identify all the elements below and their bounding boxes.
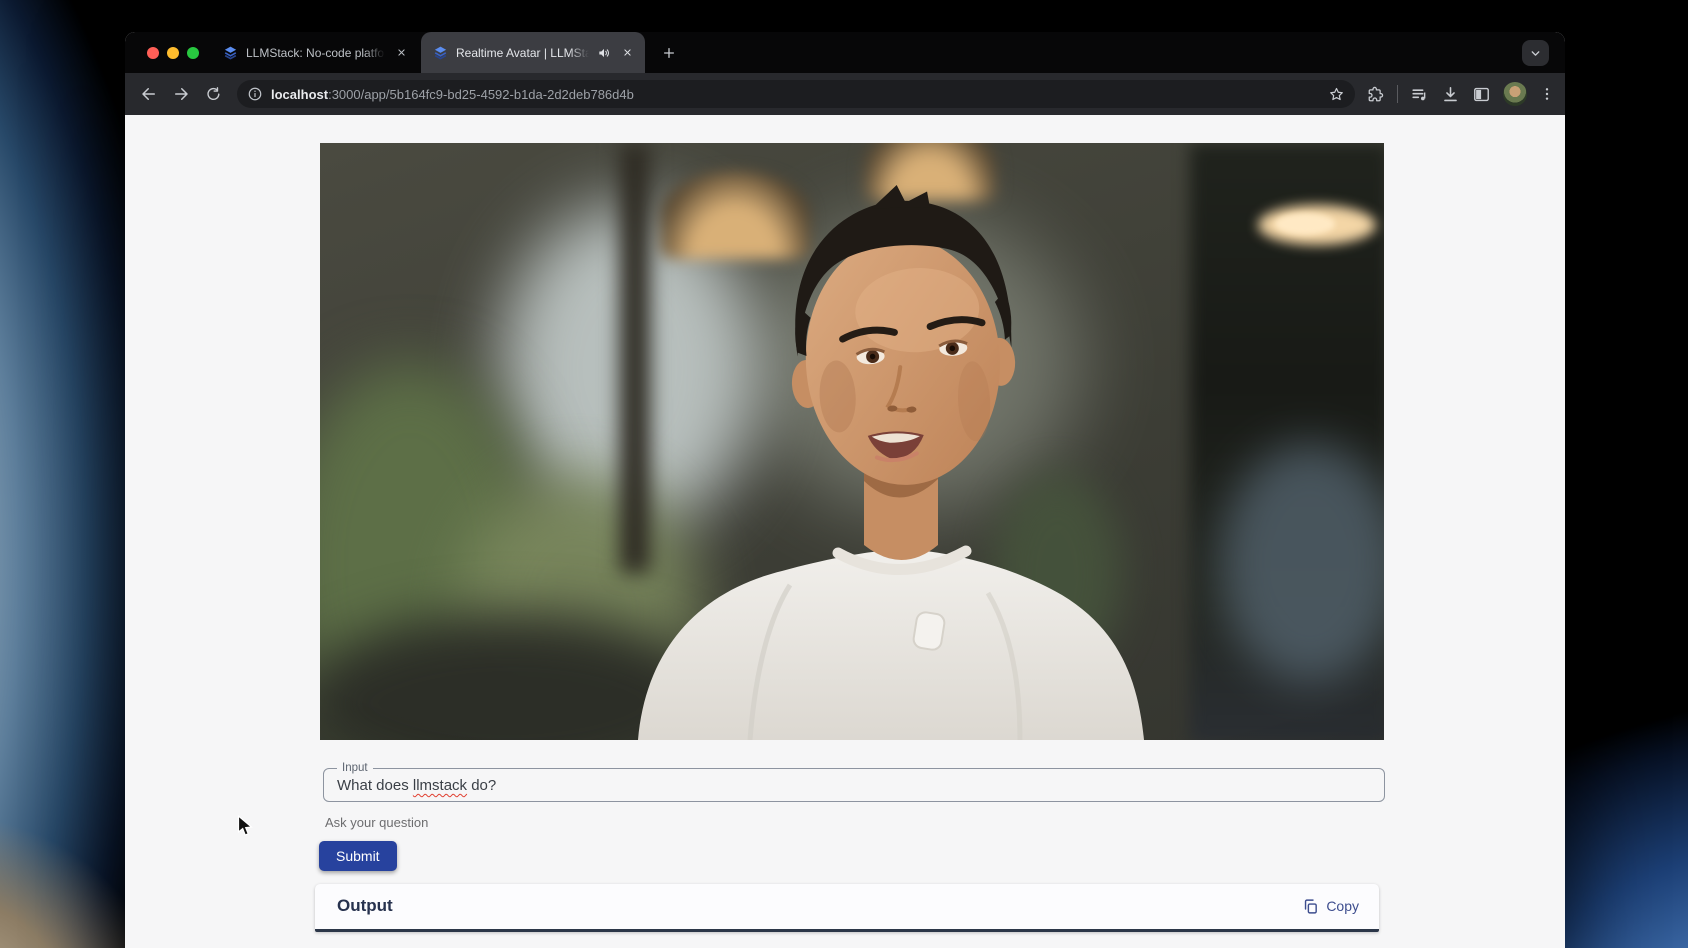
copy-icon <box>1302 898 1319 915</box>
tab-audio-icon[interactable] <box>597 46 611 60</box>
chevron-down-icon <box>1529 47 1542 60</box>
tab-strip: LLMStack: No-code platform Realtime Avat… <box>125 32 1565 73</box>
site-info-icon[interactable] <box>247 86 263 102</box>
profile-avatar[interactable] <box>1503 82 1527 106</box>
download-icon[interactable] <box>1441 85 1460 104</box>
app-page: Input What does llmstack do? Ask your qu… <box>125 115 1565 948</box>
browser-toolbar: localhost:3000/app/5b164fc9-bd25-4592-b1… <box>125 73 1565 115</box>
forward-button[interactable] <box>167 80 195 108</box>
tab-realtime-avatar[interactable]: Realtime Avatar | LLMStac <box>421 32 645 73</box>
realtime-avatar-video[interactable] <box>320 143 1384 740</box>
tab-title: Realtime Avatar | LLMStac <box>456 46 589 60</box>
forward-icon <box>172 85 190 103</box>
bookmark-star-icon[interactable] <box>1328 86 1345 103</box>
zoom-window-button[interactable] <box>187 47 199 59</box>
input-value: What does llmstack do? <box>337 777 496 794</box>
side-panel-icon[interactable] <box>1472 85 1491 104</box>
input-label: Input <box>337 762 373 774</box>
extensions-icon[interactable] <box>1367 85 1385 103</box>
url-text[interactable]: localhost:3000/app/5b164fc9-bd25-4592-b1… <box>271 87 1328 102</box>
mouse-cursor <box>237 815 254 837</box>
submit-button[interactable]: Submit <box>319 841 397 871</box>
llmstack-favicon-icon <box>223 45 238 60</box>
question-input[interactable]: Input What does llmstack do? <box>323 768 1385 802</box>
tab-close-icon[interactable] <box>393 45 409 61</box>
back-button[interactable] <box>135 80 163 108</box>
output-card: Output Copy <box>315 884 1379 932</box>
tab-title: LLMStack: No-code platform <box>246 46 385 60</box>
plus-icon <box>662 46 676 60</box>
tab-llmstack-platform[interactable]: LLMStack: No-code platform <box>211 32 419 73</box>
toolbar-separator <box>1397 85 1398 103</box>
copy-button[interactable]: Copy <box>1302 898 1359 915</box>
reload-button[interactable] <box>199 80 227 108</box>
video-vignette <box>320 143 1384 740</box>
llmstack-favicon-icon <box>433 45 448 60</box>
misspelled-word: llmstack <box>413 777 467 794</box>
new-tab-button[interactable] <box>657 41 681 65</box>
window-controls <box>147 47 199 59</box>
minimize-window-button[interactable] <box>167 47 179 59</box>
browser-menu-icon[interactable] <box>1539 86 1555 102</box>
address-bar[interactable]: localhost:3000/app/5b164fc9-bd25-4592-b1… <box>237 80 1355 108</box>
media-controls-icon[interactable] <box>1410 85 1429 104</box>
output-title: Output <box>337 896 393 916</box>
tab-close-icon[interactable] <box>619 45 635 61</box>
reload-icon <box>205 86 222 103</box>
toolbar-actions <box>1367 82 1555 106</box>
browser-window: LLMStack: No-code platform Realtime Avat… <box>125 32 1565 948</box>
back-icon <box>140 85 158 103</box>
tab-search-button[interactable] <box>1522 40 1549 66</box>
close-window-button[interactable] <box>147 47 159 59</box>
input-helper-text: Ask your question <box>325 815 428 830</box>
